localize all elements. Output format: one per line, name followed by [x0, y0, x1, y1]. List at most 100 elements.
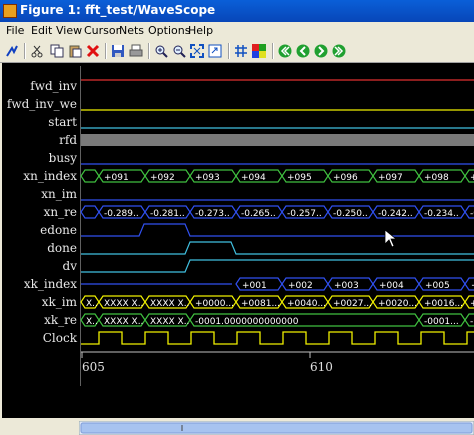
bus-value: - [470, 317, 473, 327]
app-icon [3, 4, 17, 18]
bus-value: +002 [288, 281, 313, 291]
horizontal-scrollbar[interactable] [79, 421, 474, 435]
cut-icon[interactable] [28, 42, 46, 60]
bus-value: -0001... [424, 317, 459, 327]
signal-name-xn-im: xn_im [41, 187, 77, 201]
bus-segment [80, 169, 100, 183]
trace-edone [81, 223, 474, 237]
bus-value: -0.289.. [104, 209, 139, 219]
bus-value: -0.281.. [150, 209, 185, 219]
menu-view[interactable]: View [56, 24, 82, 37]
bus-segment [80, 205, 100, 219]
bus-value: XXXX X.. [104, 317, 143, 327]
signal-name-done: done [47, 241, 77, 255]
menu-file[interactable]: File [6, 24, 24, 37]
bus-value: X.. [86, 317, 98, 327]
bus-value: XXXX X.. [150, 317, 189, 327]
bus-value: +095 [287, 173, 312, 183]
signal-name-xk-index: xk_index [24, 277, 77, 291]
delete-icon[interactable] [84, 42, 102, 60]
signal-name-start: start [48, 115, 77, 129]
signal-name-xk-re: xk_re [44, 313, 77, 327]
bus-value: +0016... [424, 299, 463, 309]
signal-name-dv: dv [63, 259, 78, 273]
trace-fill [81, 134, 474, 146]
color-icon[interactable] [250, 42, 268, 60]
bus-value: +098 [424, 173, 449, 183]
zoom-out-icon[interactable] [170, 42, 188, 60]
zoom-fit-icon[interactable] [188, 42, 206, 60]
toolbar-separator [148, 43, 150, 59]
menu-help[interactable]: Help [188, 24, 213, 37]
window-title: Figure 1: fft_test/WaveScope [20, 3, 216, 17]
bus-value: +0027... [333, 299, 372, 309]
trace-xn-index: +091 +092 +093 +094 +095 +096 +097 +098 +0 [80, 169, 474, 183]
bus-value: +003 [334, 281, 359, 291]
zoom-in-icon[interactable] [152, 42, 170, 60]
signal-name-fwd-inv-we: fwd_inv_we [7, 97, 77, 111]
bus-value: +092 [150, 173, 175, 183]
bus-value: X.. [86, 299, 98, 309]
name-panel-divider [80, 66, 81, 386]
save-icon[interactable] [109, 42, 127, 60]
trace-xk-im: X.. XXXX X.. XXXX X.. +0000... +0081... +0040… [80, 295, 474, 309]
time-label-605: 605 [82, 360, 105, 374]
copy-icon[interactable] [48, 42, 66, 60]
bus-value: +097 [378, 173, 403, 183]
menu-options[interactable]: Options [148, 24, 190, 37]
print-icon[interactable] [127, 42, 145, 60]
trace-xk-re: X.. XXXX X.. XXXX X.. -0001.0000000000000 -0… [80, 313, 474, 327]
trace-clock [81, 331, 474, 345]
trace-line [81, 259, 474, 273]
toolbar [0, 40, 474, 63]
scroll-next-icon[interactable] [312, 42, 330, 60]
bus-value: XXXX X.. [104, 299, 143, 309]
menu-edit[interactable]: Edit [31, 24, 52, 37]
signal-name-xn-index: xn_index [23, 169, 77, 183]
toolbar-separator [272, 43, 274, 59]
toolbar-separator [228, 43, 230, 59]
scroll-prev-icon[interactable] [294, 42, 312, 60]
bus-value: +0000... [195, 299, 234, 309]
bus-value: XXXX X.. [150, 299, 189, 309]
cursor-arrow-icon[interactable] [3, 42, 21, 60]
toolbar-separator [105, 43, 107, 59]
trace-line [81, 241, 474, 255]
signal-name-busy: busy [49, 151, 78, 165]
menu-cursor[interactable]: Cursor [84, 24, 120, 37]
time-label-610: 610 [310, 360, 333, 374]
scroll-first-icon[interactable] [276, 42, 294, 60]
trace-xk-index: +001+002+003+004+005+0 [81, 277, 474, 291]
bus-value: -0.265.. [241, 209, 276, 219]
bus-value: +0 [470, 173, 474, 183]
bus-value: +0040... [287, 299, 326, 309]
bus-value: -0.242.. [378, 209, 413, 219]
bus-value: +094 [241, 173, 266, 183]
menu-nets[interactable]: Nets [119, 24, 144, 37]
bus-value: -0. [470, 209, 474, 219]
trace-line [81, 223, 474, 237]
bus-value: -0.257.. [287, 209, 322, 219]
time-axis-area [81, 350, 474, 400]
grid-icon[interactable] [232, 42, 250, 60]
signal-name-clock: Clock [43, 331, 78, 345]
scroll-last-icon[interactable] [330, 42, 348, 60]
bus-value: -0001.0000000000000 [195, 317, 299, 327]
bus-value: -0.273.. [195, 209, 230, 219]
trace-line [81, 331, 474, 345]
bus-value: +004 [379, 281, 404, 291]
bus-value: -0.250.. [333, 209, 368, 219]
signal-name-edone: edone [40, 223, 77, 237]
signal-name-fwd-inv: fwd_inv [30, 79, 77, 93]
bus-value: +001 [242, 281, 267, 291]
trace-xn-re: -0.289.. -0.281.. -0.273.. -0.265.. -0.257..… [80, 205, 474, 219]
signal-name-xn-re: xn_re [44, 205, 77, 219]
menu-bar: File Edit View Cursor Nets Options Help [0, 22, 474, 40]
bus-value: +093 [195, 173, 220, 183]
trace-done [81, 241, 474, 255]
bus-value: -0.234.. [424, 209, 459, 219]
paste-icon[interactable] [66, 42, 84, 60]
waveform-canvas[interactable]: fwd_inv fwd_inv_westart rfd busy xn_index +09… [4, 66, 474, 416]
export-icon[interactable] [206, 42, 224, 60]
signal-name-rfd: rfd [59, 133, 77, 147]
